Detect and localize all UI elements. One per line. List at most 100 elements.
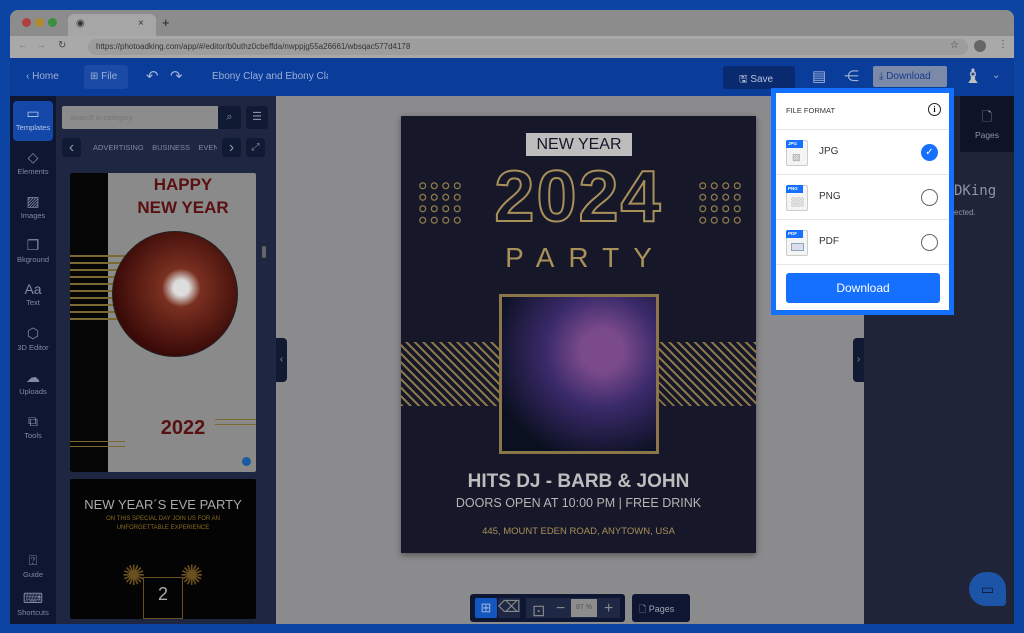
poster-canvas[interactable]: NEW YEAR 2024 PARTY HITS DJ - BARB & JOH… — [401, 116, 756, 553]
poster-party[interactable]: PARTY — [401, 242, 756, 274]
save-label: Save — [750, 74, 774, 85]
grid-view-button[interactable]: ⊞ — [475, 598, 497, 618]
category-advertising[interactable]: ADVERTISING — [93, 143, 144, 152]
guide-icon: ⍰ — [28, 552, 38, 568]
grid-icon: ⊞ — [90, 71, 102, 82]
comment-icon[interactable]: ▤ — [812, 67, 826, 85]
close-tab-icon[interactable]: × — [138, 18, 144, 29]
rail-item-background[interactable]: ❐ Bkground — [13, 233, 53, 273]
user-avatar-icon[interactable]: ♝ — [964, 64, 982, 89]
category-next-button[interactable]: › — [222, 138, 241, 157]
upload-cloud-icon: ☁ — [26, 369, 40, 385]
share-icon[interactable]: ⋲ — [844, 67, 859, 85]
poster-dj[interactable]: HITS DJ - BARB & JOHN — [401, 471, 756, 493]
images-icon: ▨ — [26, 193, 40, 209]
template-heading: NEW YEAR — [137, 198, 229, 217]
forward-icon[interactable]: → — [36, 40, 46, 51]
rail-label: Images — [20, 211, 46, 220]
pages-tab[interactable]: 🗋 Pages — [960, 96, 1014, 152]
poster-address[interactable]: 445, MOUNT EDEN ROAD, ANYTOWN, USA — [401, 526, 756, 537]
bookmark-star-icon[interactable]: ☆ — [950, 40, 959, 51]
zoom-in-button[interactable]: + — [604, 600, 613, 618]
format-option-jpg[interactable]: JPG ▨ JPG ✓ — [776, 129, 949, 174]
rail-label: Shortcuts — [17, 608, 49, 617]
pages-tab-label: Pages — [974, 130, 1000, 140]
chevron-down-icon[interactable]: ⌄ — [992, 70, 1000, 81]
expand-button[interactable]: ⤢ — [246, 138, 265, 157]
document-title[interactable]: Ebony Clay and Ebony Clay — [212, 71, 328, 82]
present-icon[interactable]: ⊡ — [532, 601, 545, 621]
firework-icon: ✺ — [180, 560, 204, 591]
shortcuts-button[interactable]: ⌨ Shortcuts — [13, 586, 53, 624]
download-button[interactable]: Download — [786, 273, 940, 303]
guide-button[interactable]: ⍰ Guide — [13, 548, 53, 588]
save-icon: 🖫 — [739, 74, 751, 85]
browser-tab[interactable]: ◉ × — [68, 14, 156, 36]
jpg-file-icon: JPG ▨ — [786, 140, 808, 166]
rail-item-images[interactable]: ▨ Images — [13, 189, 53, 229]
back-icon[interactable]: ← — [18, 40, 28, 51]
file-button[interactable]: ⊞ File — [84, 65, 128, 89]
browser-menu-icon[interactable]: ⋮ — [998, 39, 1008, 50]
chat-button[interactable]: ▭ — [969, 572, 1006, 606]
download-header-button[interactable]: ⤓ Download — [873, 66, 947, 87]
file-label: File — [101, 71, 118, 82]
undo-icon[interactable]: ↶ — [146, 67, 159, 85]
unchecked-radio-icon[interactable] — [921, 234, 938, 251]
category-business[interactable]: BUSINESS — [152, 143, 190, 152]
address-bar-row: ← → ↻ https://photoadking.com/app/#/edit… — [10, 36, 1014, 58]
collapse-right-panel-button[interactable]: › — [853, 338, 864, 382]
redo-icon[interactable]: ↷ — [170, 67, 183, 85]
panel-scrollbar[interactable] — [262, 246, 266, 258]
format-option-pdf[interactable]: PDF PDF — [776, 219, 949, 264]
pages-toolbar-button[interactable]: 🗋 Pages — [632, 594, 690, 622]
rail-item-text[interactable]: Aa Text — [13, 277, 53, 317]
chevron-left-icon: ‹ — [68, 139, 75, 156]
rail-item-templates[interactable]: ▭ Templates — [13, 101, 53, 141]
zoom-level[interactable]: 87 % — [571, 599, 597, 617]
page-icon: 🗋 — [981, 109, 993, 124]
poster-tag[interactable]: NEW YEAR — [526, 133, 632, 156]
url-input[interactable]: https://photoadking.com/app/#/editor/b0u… — [88, 39, 968, 55]
home-button[interactable]: ‹ Home — [26, 71, 59, 82]
rail-item-tools[interactable]: ⧉ Tools — [13, 409, 53, 449]
minimize-window-button[interactable] — [35, 18, 44, 27]
template-heading: NEW YEAR´S EVE PARTY — [84, 497, 242, 512]
zoom-out-button[interactable]: − — [556, 600, 565, 618]
popup-title: FILE FORMAT — [786, 106, 836, 115]
rail-item-uploads[interactable]: ☁ Uploads — [13, 365, 53, 405]
search-input[interactable] — [62, 106, 218, 129]
format-label: JPG — [819, 146, 839, 157]
maximize-window-button[interactable] — [48, 18, 57, 27]
list-view-button[interactable]: ☰ — [246, 106, 268, 129]
template-card-happy-new-year[interactable]: HAPPY NEW YEAR 2022 — [70, 173, 256, 472]
template-digit: 2 — [143, 577, 183, 619]
cube-icon: ⬡ — [26, 325, 40, 341]
chat-icon: ▭ — [980, 581, 995, 597]
unchecked-radio-icon[interactable] — [921, 189, 938, 206]
new-tab-button[interactable]: + — [162, 15, 170, 30]
category-events[interactable]: EVEN — [198, 143, 217, 152]
png-file-icon: PNG — [786, 185, 808, 211]
rail-label: 3D Editor — [17, 343, 49, 352]
rail-label: Templates — [15, 123, 51, 132]
search-button[interactable]: ⌕ — [218, 106, 241, 129]
dot-pattern-right — [697, 180, 743, 226]
rail-item-3d-editor[interactable]: ⬡ 3D Editor — [13, 321, 53, 361]
profile-avatar[interactable] — [974, 40, 986, 52]
category-prev-button[interactable]: ‹ — [62, 138, 81, 157]
chevron-right-icon: › — [228, 139, 235, 156]
checked-radio-icon[interactable]: ✓ — [921, 144, 938, 161]
close-window-button[interactable] — [22, 18, 31, 27]
concert-photo[interactable] — [499, 294, 659, 454]
expand-icon: ⤢ — [251, 142, 260, 153]
eraser-button[interactable]: ⌫ — [498, 598, 521, 618]
format-option-png[interactable]: PNG PNG — [776, 174, 949, 219]
poster-doors[interactable]: DOORS OPEN AT 10:00 PM | FREE DRINK — [401, 496, 756, 510]
reload-icon[interactable]: ↻ — [58, 40, 66, 51]
collapse-left-panel-button[interactable]: ‹ — [276, 338, 287, 382]
rail-item-elements[interactable]: ◇ Elements — [13, 145, 53, 185]
template-card-new-years-eve[interactable]: NEW YEAR´S EVE PARTY ON THIS SPECIAL DAY… — [70, 479, 256, 619]
save-button[interactable]: 🖫 Save — [723, 66, 795, 89]
info-icon[interactable]: i — [928, 103, 941, 116]
